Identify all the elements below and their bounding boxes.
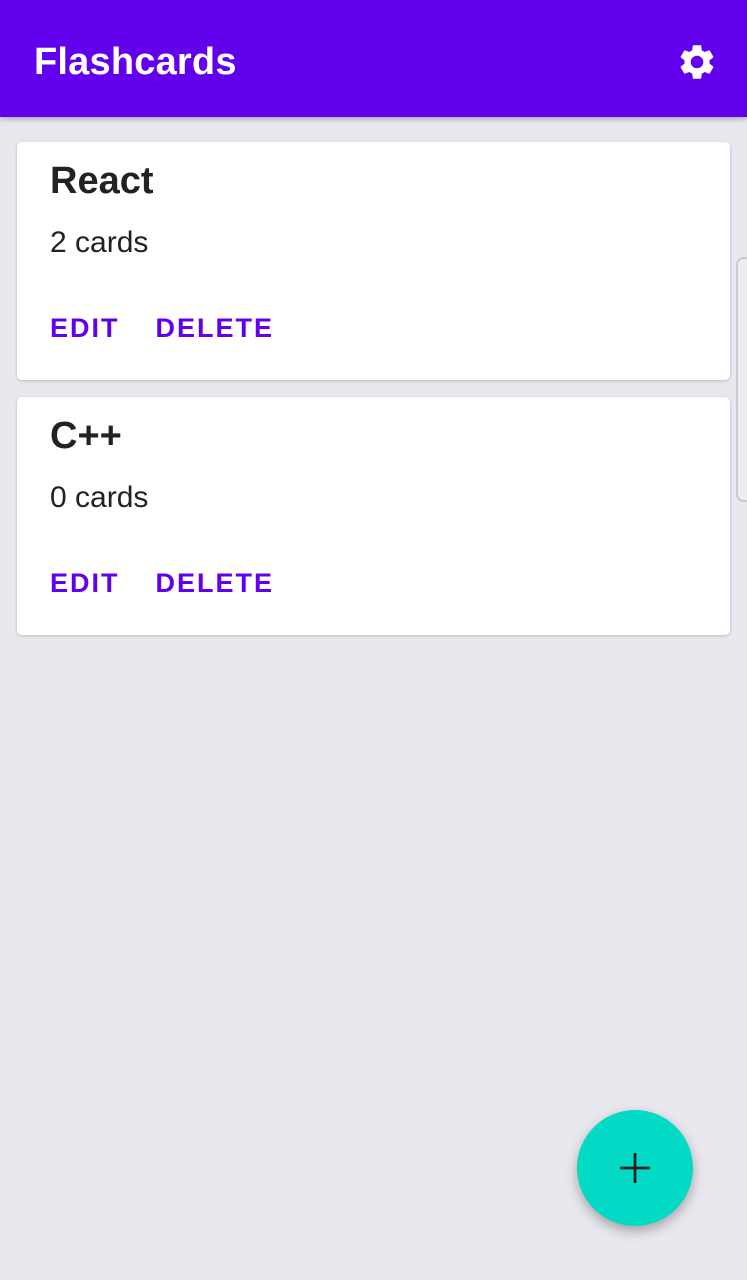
gear-icon (680, 45, 714, 79)
deck-actions: EDIT DELETE (50, 310, 274, 346)
scroll-indicator[interactable] (736, 257, 747, 502)
deck-card-count: 0 cards (50, 481, 149, 514)
delete-deck-button[interactable]: DELETE (156, 565, 275, 601)
app-bar: Flashcards (0, 0, 747, 117)
deck-name: C++ (50, 415, 122, 457)
deck-card[interactable]: React 2 cards EDIT DELETE (17, 142, 730, 380)
flashcards-screen: Flashcards React 2 cards EDIT DELETE C++… (0, 0, 747, 1280)
app-title: Flashcards (34, 41, 237, 83)
deck-name: React (50, 160, 154, 202)
edit-deck-button[interactable]: EDIT (50, 310, 120, 346)
deck-actions: EDIT DELETE (50, 565, 274, 601)
settings-button[interactable] (672, 37, 722, 87)
deck-card-count: 2 cards (50, 226, 149, 259)
deck-list: React 2 cards EDIT DELETE C++ 0 cards ED… (17, 142, 730, 652)
add-deck-button[interactable] (577, 1110, 693, 1226)
delete-deck-button[interactable]: DELETE (156, 310, 275, 346)
deck-card[interactable]: C++ 0 cards EDIT DELETE (17, 397, 730, 635)
edit-deck-button[interactable]: EDIT (50, 565, 120, 601)
plus-icon (620, 1153, 650, 1183)
